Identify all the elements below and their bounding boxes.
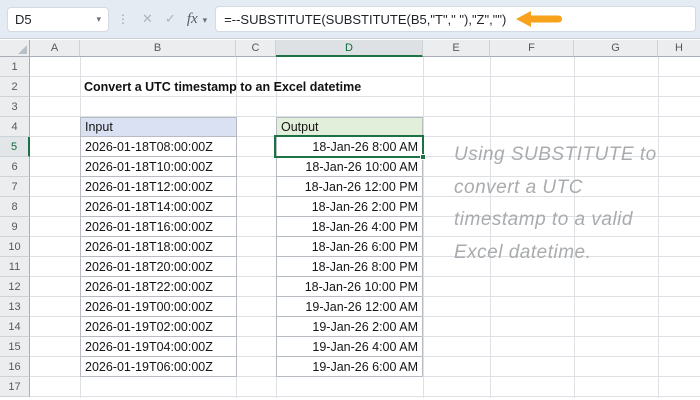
annotation-line: timestamp to a valid (454, 209, 633, 230)
column-header-d[interactable]: D (276, 40, 423, 57)
enter-icon[interactable]: ✓ (159, 11, 182, 27)
column-header-h[interactable]: H (658, 40, 700, 57)
column-header-row: A B C D E F G H (0, 40, 700, 57)
formula-bar: D5 ▾ ⋮ ✕ ✓ fx ▾ =--SUBSTITUTE(SUBSTITUTE… (0, 0, 700, 39)
row-header-17[interactable]: 17 (0, 377, 30, 397)
row-header-1[interactable]: 1 (0, 57, 30, 77)
grid-line (423, 57, 424, 398)
annotation-line: Excel datetime. (454, 241, 592, 263)
input-cell-b6[interactable]: 2026-01-18T10:00:00Z (80, 157, 237, 177)
cancel-icon[interactable]: ✕ (136, 11, 159, 27)
output-cell-d14[interactable]: 19-Jan-26 2:00 AM (276, 317, 423, 337)
output-cell-d15[interactable]: 19-Jan-26 4:00 AM (276, 337, 423, 357)
row-header-14[interactable]: 14 (0, 317, 30, 337)
input-cell-b9[interactable]: 2026-01-18T16:00:00Z (80, 217, 237, 237)
column-header-a[interactable]: A (30, 40, 80, 57)
column-header-b[interactable]: B (80, 40, 236, 57)
input-table-header[interactable]: Input (80, 117, 237, 137)
select-all-button[interactable] (0, 40, 30, 57)
row-header-12[interactable]: 12 (0, 277, 30, 297)
name-box-value: D5 (15, 11, 32, 27)
row-header-7[interactable]: 7 (0, 177, 30, 197)
input-cell-b10[interactable]: 2026-01-18T18:00:00Z (80, 237, 237, 257)
fill-handle[interactable] (420, 154, 426, 160)
row-header-column: 1 2 3 4 5 6 7 8 9 10 11 12 13 14 15 16 1… (0, 57, 30, 397)
column-header-e[interactable]: E (423, 40, 490, 57)
formula-bar-menu-dots-icon[interactable]: ⋮ (117, 12, 129, 26)
output-table-header[interactable]: Output (276, 117, 423, 137)
formula-input[interactable]: =--SUBSTITUTE(SUBSTITUTE(B5,"T"," "),"Z"… (215, 6, 696, 32)
input-cell-b13[interactable]: 2026-01-19T00:00:00Z (80, 297, 237, 317)
input-cell-b14[interactable]: 2026-01-19T02:00:00Z (80, 317, 237, 337)
output-cell-d13[interactable]: 19-Jan-26 12:00 AM (276, 297, 423, 317)
output-cell-d8[interactable]: 18-Jan-26 2:00 PM (276, 197, 423, 217)
row-header-16[interactable]: 16 (0, 357, 30, 377)
input-cell-b11[interactable]: 2026-01-18T20:00:00Z (80, 257, 237, 277)
excel-window: D5 ▾ ⋮ ✕ ✓ fx ▾ =--SUBSTITUTE(SUBSTITUTE… (0, 0, 700, 400)
column-header-g[interactable]: G (574, 40, 658, 57)
output-cell-d6[interactable]: 18-Jan-26 10:00 AM (276, 157, 423, 177)
output-cell-d16[interactable]: 19-Jan-26 6:00 AM (276, 357, 423, 377)
output-cell-d9[interactable]: 18-Jan-26 4:00 PM (276, 217, 423, 237)
input-cell-b7[interactable]: 2026-01-18T12:00:00Z (80, 177, 237, 197)
name-box[interactable]: D5 ▾ (7, 6, 109, 32)
output-cell-d10[interactable]: 18-Jan-26 6:00 PM (276, 237, 423, 257)
sheet-title-cell[interactable]: Convert a UTC timestamp to an Excel date… (84, 77, 361, 97)
annotation-note: Using SUBSTITUTE to convert a UTC timest… (454, 139, 657, 269)
fx-chevron-icon[interactable]: ▾ (203, 15, 208, 26)
callout-arrow-icon (516, 11, 563, 27)
row-header-9[interactable]: 9 (0, 217, 30, 237)
annotation-line: Using SUBSTITUTE to (454, 144, 657, 165)
row-header-6[interactable]: 6 (0, 157, 30, 177)
insert-function-icon[interactable]: fx (182, 11, 201, 28)
row-header-11[interactable]: 11 (0, 257, 30, 277)
output-cell-d11[interactable]: 18-Jan-26 8:00 PM (276, 257, 423, 277)
output-table: Output 18-Jan-26 8:00 AM 18-Jan-26 10:00… (276, 117, 423, 377)
row-header-2[interactable]: 2 (0, 77, 30, 97)
column-header-c[interactable]: C (236, 40, 276, 57)
column-header-f[interactable]: F (490, 40, 574, 57)
row-header-8[interactable]: 8 (0, 197, 30, 217)
row-header-15[interactable]: 15 (0, 337, 30, 357)
output-cell-d5[interactable]: 18-Jan-26 8:00 AM (276, 137, 423, 157)
input-cell-b16[interactable]: 2026-01-19T06:00:00Z (80, 357, 237, 377)
input-cell-b15[interactable]: 2026-01-19T04:00:00Z (80, 337, 237, 357)
output-cell-d7[interactable]: 18-Jan-26 12:00 PM (276, 177, 423, 197)
input-cell-b12[interactable]: 2026-01-18T22:00:00Z (80, 277, 237, 297)
input-table: Input 2026-01-18T08:00:00Z 2026-01-18T10… (80, 117, 237, 377)
name-box-chevron-icon[interactable]: ▾ (96, 14, 101, 25)
row-header-13[interactable]: 13 (0, 297, 30, 317)
input-cell-b8[interactable]: 2026-01-18T14:00:00Z (80, 197, 237, 217)
input-cell-b5[interactable]: 2026-01-18T08:00:00Z (80, 137, 237, 157)
formula-text: =--SUBSTITUTE(SUBSTITUTE(B5,"T"," "),"Z"… (224, 11, 507, 27)
row-header-3[interactable]: 3 (0, 97, 30, 117)
annotation-line: convert a UTC (454, 176, 583, 198)
row-header-5[interactable]: 5 (0, 137, 30, 157)
row-header-4[interactable]: 4 (0, 117, 30, 137)
row-header-10[interactable]: 10 (0, 237, 30, 257)
grid-line (658, 57, 659, 398)
output-cell-d12[interactable]: 18-Jan-26 10:00 PM (276, 277, 423, 297)
